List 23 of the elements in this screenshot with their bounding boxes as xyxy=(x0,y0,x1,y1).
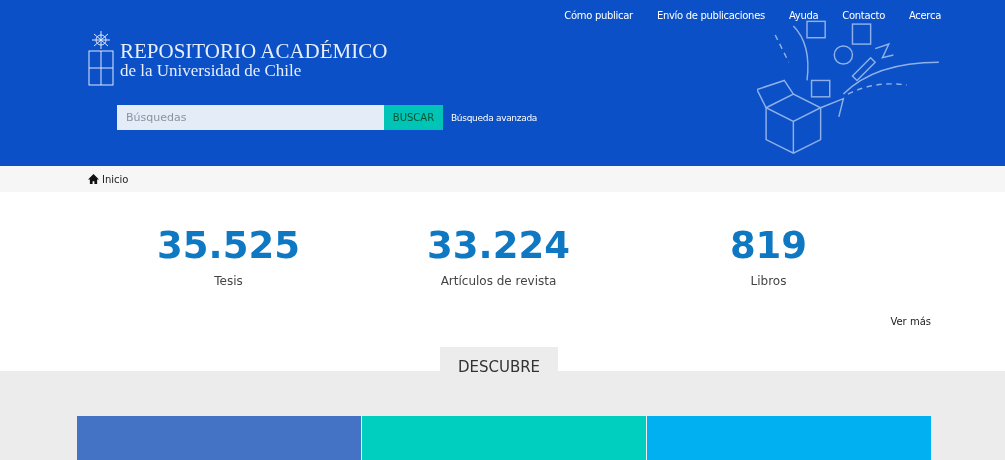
nav-link[interactable]: Envío de publicaciones xyxy=(656,10,765,21)
stat-number: 35.525 xyxy=(156,224,301,268)
nav-link[interactable]: Contacto xyxy=(842,10,885,21)
search-button[interactable]: BUSCAR xyxy=(384,105,443,130)
stat-label: Tesis xyxy=(213,274,244,288)
category-card[interactable] xyxy=(77,416,361,460)
see-more-link[interactable]: Ver más xyxy=(890,316,931,327)
advanced-search-link[interactable]: Búsqueda avanzada xyxy=(451,112,538,123)
search-field[interactable]: Búsquedas xyxy=(117,105,384,130)
home-icon xyxy=(88,174,99,184)
site-title: REPOSITORIO ACADÉMICO xyxy=(120,39,388,62)
stat-label: Artículos de revista xyxy=(439,274,558,288)
stat-number: 819 xyxy=(728,224,809,268)
crest-icon xyxy=(88,31,114,87)
site-subtitle: de la Universidad de Chile xyxy=(120,61,303,79)
nav-link[interactable]: Acerca xyxy=(908,10,941,21)
breadcrumb-link[interactable]: Inicio xyxy=(102,173,129,185)
nav-link[interactable]: Ayuda xyxy=(788,10,819,21)
category-card[interactable] xyxy=(362,416,646,460)
stat-label: Libros xyxy=(749,274,788,288)
stat-number: 33.224 xyxy=(426,224,571,268)
category-card[interactable] xyxy=(647,416,931,460)
nav-link[interactable]: Cómo publicar xyxy=(564,10,633,21)
